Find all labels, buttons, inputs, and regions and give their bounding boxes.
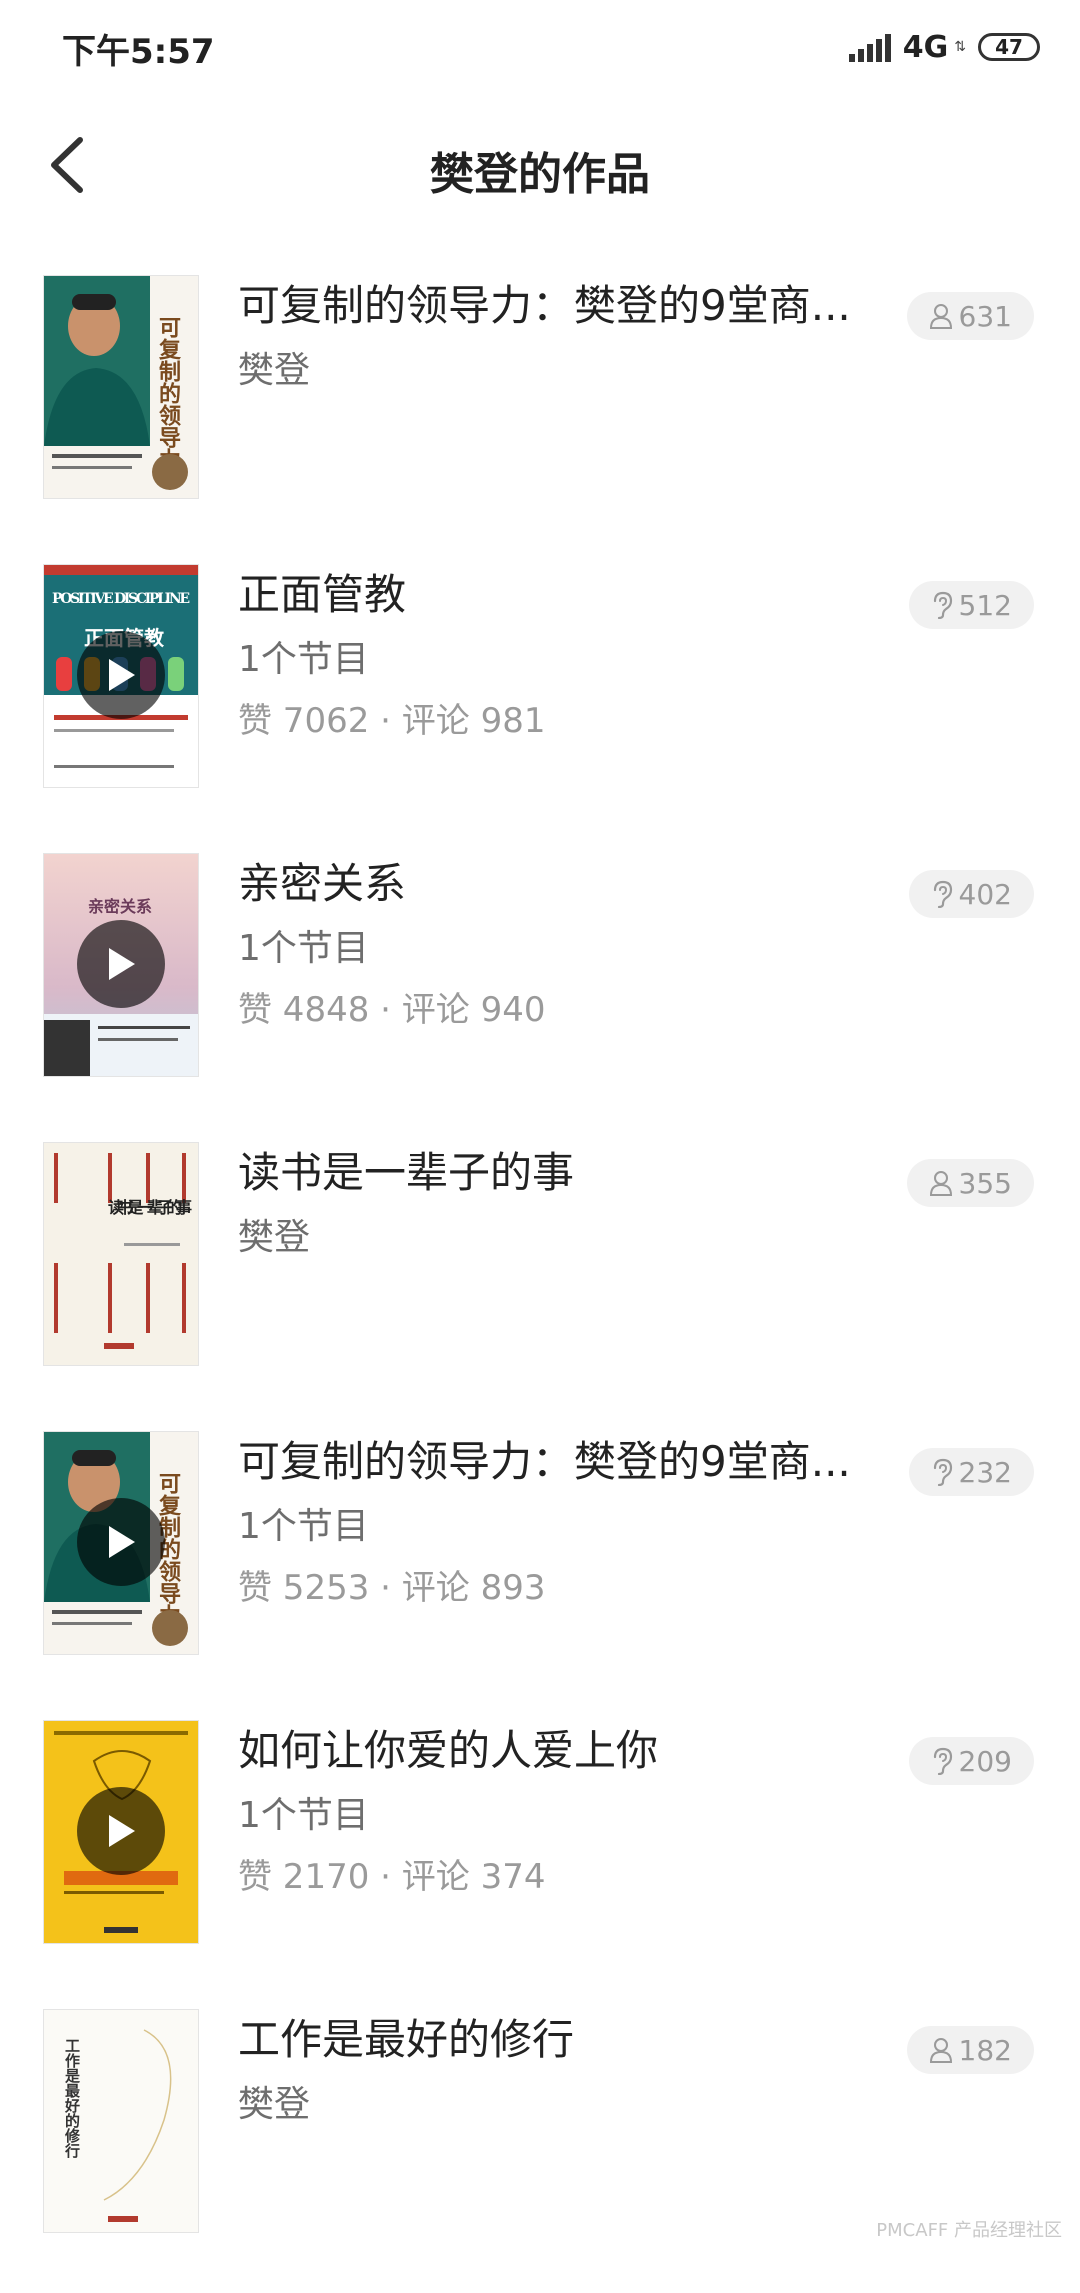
status-time: 下午5:57 (62, 32, 215, 72)
list-item[interactable]: POSITIVE DISCIPLINE正面管教正面管教 1个节目赞 7062 · … (0, 559, 1080, 848)
person-icon (929, 2038, 952, 2063)
page-title: 樊登的作品 (430, 149, 650, 200)
item-info: 可复制的领导力：樊登的9堂商... 樊登 (238, 278, 878, 394)
listen-count-badge: 232 (908, 1448, 1034, 1496)
item-info: 可复制的领导力：樊登的9堂商... 1个节目赞 5253 · 评论 893 (238, 1434, 878, 1610)
svg-text:可复制的领导力: 可复制的领导力 (155, 316, 182, 471)
list-item[interactable]: 亲密关系 亲密关系 1个节目赞 4848 · 评论 940 402 (0, 848, 1080, 1137)
signal-icon (848, 32, 891, 62)
item-info: 亲密关系 1个节目赞 4848 · 评论 940 (238, 856, 878, 1032)
ear-icon (933, 1747, 952, 1775)
works-list: 可复制的领导力 可复制的领导力：樊登的9堂商... 樊登 631 POSITIVE DI… (0, 270, 1080, 2293)
status-bar: 下午5:57 4G ⇅ 47 (0, 0, 1080, 96)
book-cover[interactable]: 可复制的领导力 (44, 1432, 198, 1654)
book-cover[interactable]: 亲密关系 (44, 854, 198, 1076)
svg-text:POSITIVE DISCIPLINE: POSITIVE DISCIPLINE (52, 591, 190, 607)
item-info: 如何让你爱的人爱上你 1个节目赞 2170 · 评论 374 (238, 1723, 878, 1899)
person-icon (929, 1171, 952, 1196)
play-button[interactable] (77, 631, 165, 719)
play-icon (109, 1526, 135, 1558)
list-item[interactable]: 可复制的领导力 可复制的领导力：樊登的9堂商... 1个节目赞 5253 · 评论 … (0, 1426, 1080, 1715)
listen-count: 182 (958, 2033, 1012, 2067)
item-subtitle: 1个节目 (238, 1506, 369, 1547)
ear-icon (933, 880, 952, 908)
play-icon (109, 948, 135, 980)
book-cover[interactable]: POSITIVE DISCIPLINE正面管教 (44, 565, 198, 787)
list-item[interactable]: 读书是一辈子的事 读书是一辈子的事 樊登 355 (0, 1137, 1080, 1426)
item-stats: 赞 2170 · 评论 374 (238, 1857, 546, 1897)
book-cover[interactable]: 读书是一辈子的事 (44, 1143, 198, 1365)
list-item[interactable]: 可复制的领导力 可复制的领导力：樊登的9堂商... 樊登 631 (0, 270, 1080, 559)
item-stats: 赞 5253 · 评论 893 (238, 1568, 546, 1608)
listen-count-badge: 355 (906, 1159, 1034, 1207)
item-info: 读书是一辈子的事樊登 (238, 1145, 878, 1261)
item-stats: 赞 4848 · 评论 940 (238, 990, 546, 1030)
listen-count-badge: 631 (906, 292, 1034, 340)
item-subtitle: 樊登 (238, 350, 311, 391)
item-subtitle: 1个节目 (238, 639, 369, 680)
item-title: 读书是一辈子的事 (238, 1148, 575, 1197)
listen-count: 631 (958, 299, 1012, 333)
network-type: 4G (902, 29, 949, 65)
item-title: 亲密关系 (238, 859, 407, 908)
item-title: 正面管教 (238, 570, 407, 619)
play-icon (109, 1815, 135, 1847)
book-cover[interactable]: 工作是最好的修行 (44, 2010, 198, 2232)
listen-count-badge: 402 (908, 870, 1034, 918)
play-icon (109, 659, 135, 691)
item-title: 可复制的领导力：樊登的9堂商... (238, 1437, 851, 1486)
battery-icon: 47 (978, 33, 1040, 61)
watermark: PMCAFF 产品经理社区 (876, 2220, 1062, 2241)
svg-text:工作是最好的修行: 工作是最好的修行 (63, 2038, 81, 2159)
listen-count-badge: 182 (906, 2026, 1034, 2074)
item-title: 如何让你爱的人爱上你 (238, 1726, 659, 1775)
ear-icon (933, 1458, 952, 1486)
item-stats: 赞 7062 · 评论 981 (238, 701, 546, 741)
status-icons: 4G ⇅ 47 (848, 26, 1040, 68)
list-item[interactable]: 如何让你爱的人爱上你 1个节目赞 2170 · 评论 374 209 (0, 1715, 1080, 2004)
play-button[interactable] (77, 1498, 165, 1586)
list-item[interactable]: 工作是最好的修行 工作是最好的修行 樊登 182 (0, 2004, 1080, 2293)
nav-bar: 樊登的作品 (0, 110, 1080, 220)
play-button[interactable] (77, 1787, 165, 1875)
person-icon (929, 304, 952, 329)
item-info: 工作是最好的修行樊登 (238, 2012, 878, 2128)
ear-icon (933, 591, 952, 619)
item-subtitle: 樊登 (238, 2084, 311, 2125)
item-title: 可复制的领导力：樊登的9堂商... (238, 281, 851, 330)
item-subtitle: 1个节目 (238, 928, 369, 969)
listen-count: 209 (958, 1744, 1012, 1778)
listen-count: 512 (958, 588, 1012, 622)
play-button[interactable] (77, 920, 165, 1008)
listen-count-badge: 512 (908, 581, 1034, 629)
book-cover[interactable] (44, 1721, 198, 1943)
book-cover[interactable]: 可复制的领导力 (44, 276, 198, 498)
listen-count: 402 (958, 877, 1012, 911)
listen-count: 232 (958, 1455, 1012, 1489)
listen-count: 355 (958, 1166, 1012, 1200)
data-arrows-icon: ⇅ (954, 39, 966, 55)
item-subtitle: 1个节目 (238, 1795, 369, 1836)
svg-text:亲密关系: 亲密关系 (88, 897, 152, 916)
item-info: 正面管教 1个节目赞 7062 · 评论 981 (238, 567, 878, 743)
listen-count-badge: 209 (908, 1737, 1034, 1785)
item-title: 工作是最好的修行 (238, 2015, 575, 2064)
svg-text:读书是一辈子的事: 读书是一辈子的事 (108, 1198, 192, 1217)
item-subtitle: 樊登 (238, 1217, 311, 1258)
